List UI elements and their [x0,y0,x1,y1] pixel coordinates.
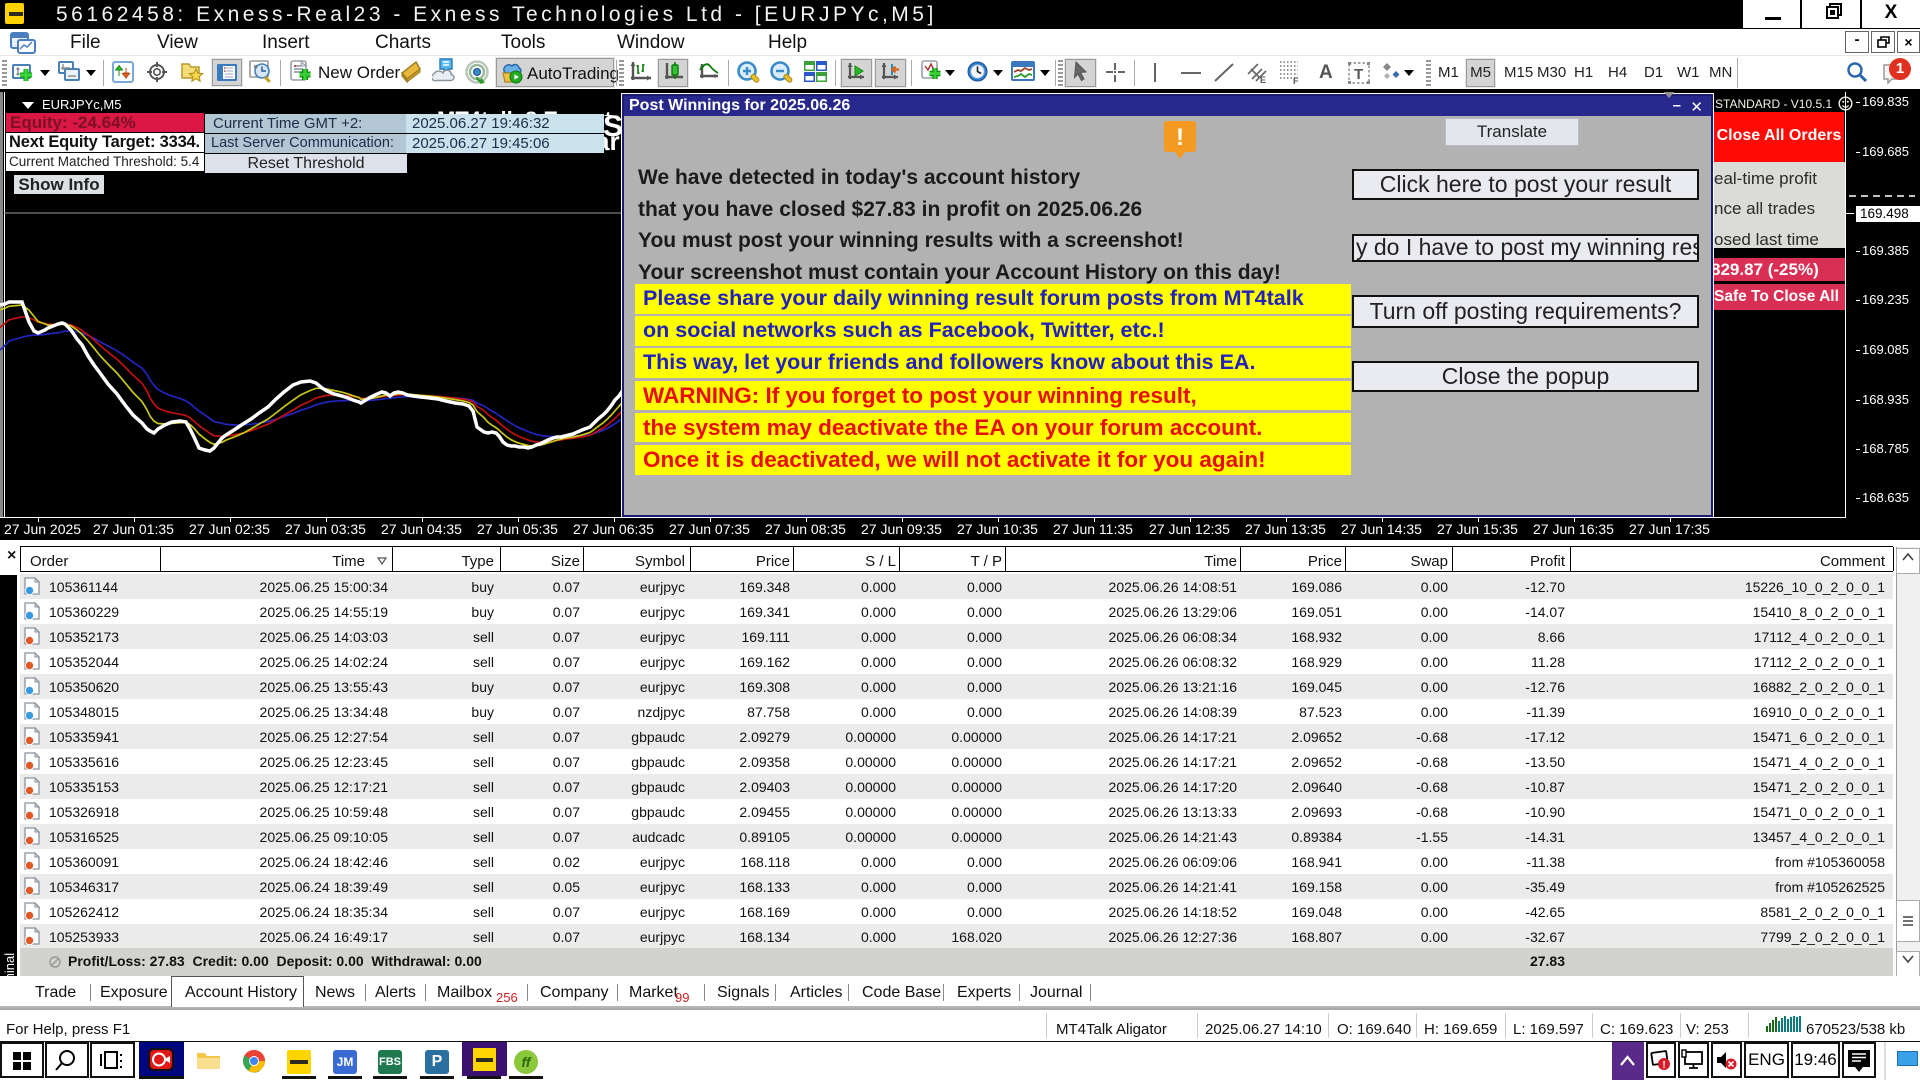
svg-text:!: ! [1662,1060,1665,1071]
svg-text:F: F [1293,76,1299,85]
svg-text:E: E [1260,75,1266,84]
svg-text:!: ! [1176,124,1184,151]
svg-text:T: T [1354,66,1363,83]
